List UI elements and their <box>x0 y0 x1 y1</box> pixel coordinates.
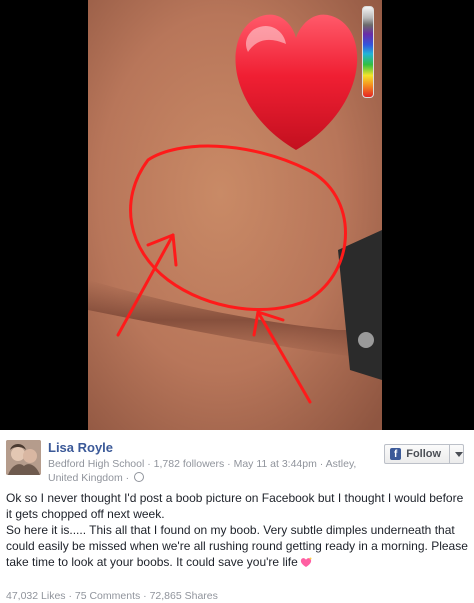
post-photo[interactable] <box>88 0 382 430</box>
post-paragraph-2-text: So here it is..... This all that I found… <box>6 523 468 569</box>
post-meta: Bedford High School · 1,782 followers · … <box>48 457 384 485</box>
avatar[interactable] <box>6 440 41 475</box>
follow-button[interactable]: f Follow <box>384 444 464 464</box>
background-object-detail <box>358 332 374 348</box>
post-stats[interactable]: 47,032 Likes · 75 Comments · 72,865 Shar… <box>6 590 218 602</box>
author-name[interactable]: Lisa Royle <box>48 440 113 455</box>
post-meta-text: Bedford High School · 1,782 followers · … <box>48 458 357 484</box>
photo-viewer <box>0 0 474 430</box>
post-body: Ok so I never thought I'd post a boob pi… <box>6 490 470 572</box>
sparkling-heart-icon <box>300 556 312 572</box>
facebook-post-screenshot: Lisa Royle Bedford High School · 1,782 f… <box>0 0 474 603</box>
photo-canvas <box>88 0 382 430</box>
post-card: Lisa Royle Bedford High School · 1,782 f… <box>0 430 474 603</box>
follow-button-label: Follow <box>406 448 442 460</box>
facebook-icon: f <box>390 448 402 460</box>
avatar-image <box>6 440 41 475</box>
chevron-down-icon[interactable] <box>455 451 463 457</box>
color-picker-slider[interactable] <box>362 6 374 98</box>
post-paragraph-2: So here it is..... This all that I found… <box>6 522 470 572</box>
globe-icon <box>134 472 145 482</box>
post-paragraph-1: Ok so I never thought I'd post a boob pi… <box>6 491 464 521</box>
follow-button-divider <box>449 445 450 463</box>
